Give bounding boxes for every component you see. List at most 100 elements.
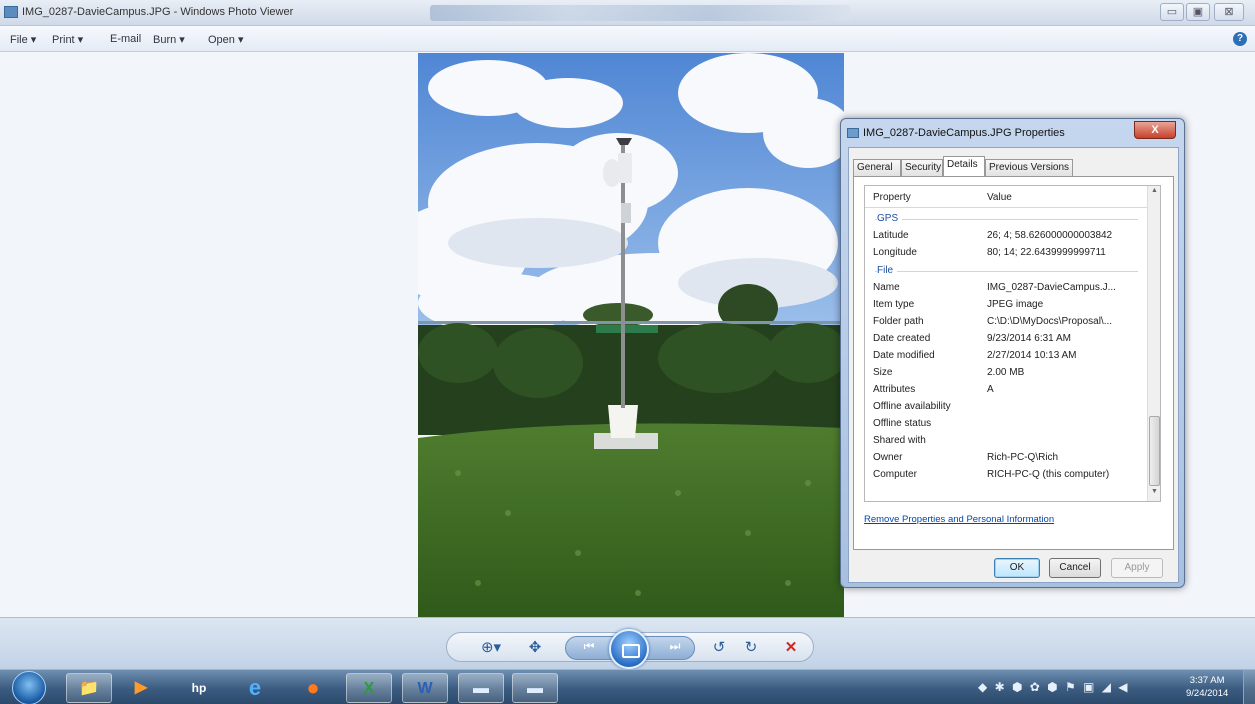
property-row[interactable]: Computer RICH-PC-Q (this computer): [865, 466, 1148, 483]
rotate-clockwise-icon[interactable]: ↻: [740, 638, 762, 656]
system-tray-icons[interactable]: ◆ ✱ ⬢ ✿ ⬢ ⚑ ▣ ◢ ◀: [978, 680, 1130, 694]
property-row[interactable]: Folder path C:\D:\D\MyDocs\Proposal\...: [865, 313, 1148, 330]
property-row[interactable]: Attributes A: [865, 381, 1148, 398]
property-row[interactable]: Date created 9/23/2014 6:31 AM: [865, 330, 1148, 347]
taskbar-window-icon[interactable]: ▬: [458, 673, 504, 703]
rotate-counterclockwise-icon[interactable]: ↺: [708, 638, 730, 656]
property-value: 26; 4; 58.626000000003842: [987, 230, 1113, 241]
window-close-button[interactable]: ⊠: [1214, 3, 1244, 21]
minimize-button[interactable]: ▭: [1160, 3, 1184, 21]
clock-date: 9/24/2014: [1186, 688, 1229, 699]
property-name: Item type: [873, 299, 915, 310]
taskbar-internet-explorer-icon[interactable]: e: [232, 673, 278, 703]
property-value: 9/23/2014 6:31 AM: [987, 333, 1071, 344]
scroll-thumb[interactable]: [1149, 416, 1160, 486]
actual-size-icon[interactable]: ✥: [524, 638, 546, 656]
dialog-body: General Security Details Previous Versio…: [848, 147, 1179, 583]
taskbar-clock[interactable]: 3:37 AM 9/24/2014: [1186, 674, 1228, 700]
maximize-button[interactable]: ▣: [1186, 3, 1210, 21]
property-value: 2.00 MB: [987, 367, 1025, 378]
clock-time: 3:37 AM: [1189, 675, 1225, 686]
menu-open[interactable]: Open ▾: [208, 33, 244, 46]
slideshow-button[interactable]: [609, 629, 649, 669]
properties-dialog: IMG_0287-DavieCampus.JPG Properties X Ge…: [840, 118, 1185, 588]
dialog-title: IMG_0287-DavieCampus.JPG Properties: [863, 127, 1065, 139]
taskbar-media-player-icon[interactable]: ▶: [118, 673, 164, 703]
column-property[interactable]: Property: [873, 192, 911, 203]
taskbar-firefox-icon[interactable]: ●: [290, 673, 336, 703]
tab-previous-versions[interactable]: Previous Versions: [985, 159, 1073, 176]
details-panel: Property Value EXIF version 0230 GPS Lat…: [853, 176, 1174, 550]
taskbar-photo-viewer-icon[interactable]: ▬: [512, 673, 558, 703]
partial-row: EXIF version 0230: [865, 203, 1148, 209]
property-row[interactable]: Item type JPEG image: [865, 296, 1148, 313]
scroll-down-arrow[interactable]: ▼: [1149, 488, 1160, 500]
group-file: File: [865, 262, 1148, 279]
property-name: Date created: [873, 333, 931, 344]
viewer-controls: ⊕▾ ✥ ⏮ ⏭ ↺ ↻ ✕: [0, 617, 1255, 669]
property-name: Latitude: [873, 230, 909, 241]
property-name: Computer: [873, 469, 917, 480]
property-value: 2/27/2014 10:13 AM: [987, 350, 1077, 361]
menu-burn[interactable]: Burn ▾: [153, 33, 185, 46]
property-name: Longitude: [873, 247, 917, 258]
tab-details[interactable]: Details: [943, 156, 985, 176]
taskbar: 📁 ▶ hp e ● X W ▬ ▬ ◆ ✱ ⬢ ✿ ⬢ ⚑ ▣ ◢ ◀ 3:3…: [0, 669, 1255, 704]
property-value: IMG_0287-DavieCampus.J...: [987, 282, 1116, 293]
taskbar-explorer-icon[interactable]: 📁: [66, 673, 112, 703]
weather-station-photo: [418, 53, 844, 617]
property-row[interactable]: Owner Rich-PC-Q\Rich: [865, 449, 1148, 466]
property-name: Offline availability: [873, 401, 951, 412]
apply-button[interactable]: Apply: [1111, 558, 1163, 578]
next-icon[interactable]: ⏭: [664, 639, 686, 654]
property-value: C:\D:\D\MyDocs\Proposal\...: [987, 316, 1113, 327]
menu-print[interactable]: Print ▾: [52, 33, 83, 46]
list-scrollbar[interactable]: ▲ ▼: [1147, 186, 1160, 501]
properties-list[interactable]: Property Value EXIF version 0230 GPS Lat…: [864, 185, 1161, 502]
file-icon: [847, 128, 859, 138]
property-row[interactable]: Offline availability: [865, 398, 1148, 415]
window-title: IMG_0287-DavieCampus.JPG - Windows Photo…: [22, 6, 294, 18]
property-row[interactable]: Longitude 80; 14; 22.6439999999711: [865, 244, 1148, 261]
property-row[interactable]: Name IMG_0287-DavieCampus.J...: [865, 279, 1148, 296]
taskbar-hp-icon[interactable]: hp: [176, 673, 222, 703]
delete-icon[interactable]: ✕: [780, 638, 802, 656]
property-row[interactable]: Date modified 2/27/2014 10:13 AM: [865, 347, 1148, 364]
property-row[interactable]: Latitude 26; 4; 58.626000000003842: [865, 227, 1148, 244]
taskbar-word-icon[interactable]: W: [402, 673, 448, 703]
property-name: Shared with: [873, 435, 926, 446]
property-row[interactable]: Shared with: [865, 432, 1148, 449]
property-name: Name: [873, 282, 900, 293]
cancel-button[interactable]: Cancel: [1049, 558, 1101, 578]
taskbar-excel-icon[interactable]: X: [346, 673, 392, 703]
menu-file[interactable]: File ▾: [10, 33, 36, 46]
menu-bar: File ▾ Print ▾ E-mail Burn ▾ Open ▾ ?: [0, 26, 1255, 52]
ok-button[interactable]: OK: [994, 558, 1040, 578]
zoom-icon[interactable]: ⊕▾: [476, 638, 506, 656]
dialog-close-button[interactable]: X: [1134, 121, 1176, 139]
property-name: Date modified: [873, 350, 935, 361]
property-row[interactable]: Size 2.00 MB: [865, 364, 1148, 381]
property-row[interactable]: Offline status: [865, 415, 1148, 432]
property-name: Owner: [873, 452, 903, 463]
property-name: Attributes: [873, 384, 916, 395]
group-gps: GPS: [865, 210, 1148, 227]
remove-properties-link[interactable]: Remove Properties and Personal Informati…: [864, 514, 1054, 525]
column-value[interactable]: Value: [987, 192, 1012, 203]
property-value: JPEG image: [987, 299, 1044, 310]
property-name: Size: [873, 367, 893, 378]
property-value: Rich-PC-Q\Rich: [987, 452, 1059, 463]
photo-viewer-app-icon: [4, 6, 18, 18]
scroll-up-arrow[interactable]: ▲: [1149, 187, 1160, 199]
title-bar: IMG_0287-DavieCampus.JPG - Windows Photo…: [0, 0, 1255, 26]
menu-email[interactable]: E-mail: [110, 33, 141, 45]
title-bar-glass: [430, 5, 850, 21]
previous-icon[interactable]: ⏮: [578, 639, 600, 654]
show-desktop-button[interactable]: [1243, 670, 1255, 704]
tab-security[interactable]: Security: [901, 159, 943, 176]
property-name: Offline status: [873, 418, 932, 429]
start-button[interactable]: [12, 671, 46, 704]
property-name: Folder path: [873, 316, 924, 327]
help-icon[interactable]: ?: [1233, 32, 1247, 46]
tab-general[interactable]: General: [853, 159, 901, 176]
